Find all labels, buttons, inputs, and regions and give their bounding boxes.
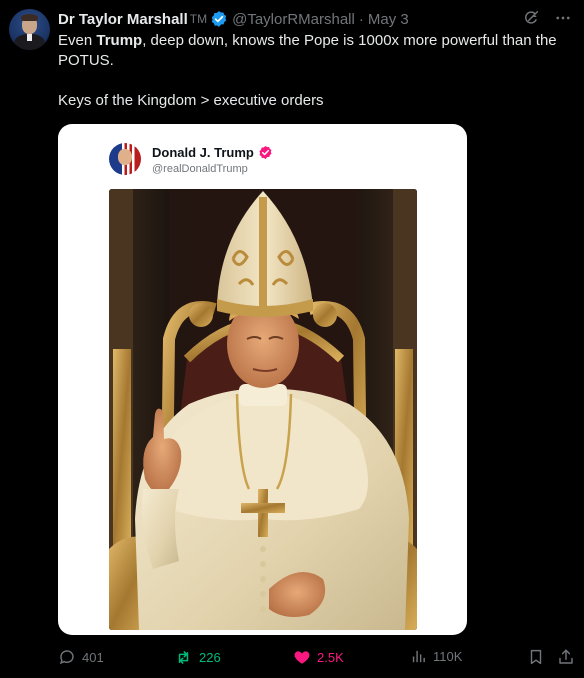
tweet-text-line1: Even Trump, deep down, knows the Pope is… <box>58 32 557 69</box>
tweet-text-line2: Keys of the Kingdom > executive orders <box>58 92 324 109</box>
more-icon[interactable] <box>554 9 572 27</box>
action-bar: 401 226 2.5K 110K <box>0 640 584 676</box>
view-count: 110K <box>433 649 463 664</box>
author-handle[interactable]: @TaylorRMarshall <box>232 11 355 28</box>
repost-button[interactable]: 226 <box>174 648 221 667</box>
author-avatar[interactable] <box>9 9 50 50</box>
tweet-text: Even Trump, deep down, knows the Pope is… <box>58 31 578 111</box>
top-actions <box>522 9 572 27</box>
bookmark-icon[interactable] <box>527 648 545 671</box>
like-icon <box>294 651 310 664</box>
author-name[interactable]: Dr Taylor Marshall <box>58 11 188 28</box>
embedded-name: Donald J. Trump <box>152 145 254 160</box>
verified-icon <box>210 10 228 28</box>
embedded-avatar <box>109 143 141 175</box>
repost-icon <box>178 651 189 664</box>
bold-word: Trump <box>96 32 143 49</box>
share-icon[interactable] <box>557 648 575 671</box>
views-button[interactable]: 110K <box>410 648 462 665</box>
tweet-date[interactable]: May 3 <box>368 11 409 28</box>
tweet-media[interactable]: Donald J. Trump @realDonaldTrump <box>58 124 467 635</box>
verified-pink-icon <box>259 145 272 160</box>
reply-count: 401 <box>82 649 104 665</box>
tweet-header: Dr Taylor Marshall TM @TaylorRMarshall ·… <box>58 9 409 29</box>
views-icon <box>412 650 425 663</box>
repost-count: 226 <box>199 650 221 665</box>
separator: · <box>358 10 364 28</box>
embedded-name-row: Donald J. Trump <box>152 145 273 160</box>
reply-icon <box>59 650 74 665</box>
trademark-mark: TM <box>189 12 208 26</box>
like-button[interactable]: 2.5K <box>293 648 344 666</box>
pope-painting-image <box>109 189 417 630</box>
reply-button[interactable]: 401 <box>58 648 104 666</box>
grok-icon[interactable] <box>522 9 540 27</box>
tweet[interactable]: Dr Taylor Marshall TM @TaylorRMarshall ·… <box>0 0 584 678</box>
embedded-handle: @realDonaldTrump <box>152 163 248 175</box>
like-count: 2.5K <box>317 649 344 665</box>
